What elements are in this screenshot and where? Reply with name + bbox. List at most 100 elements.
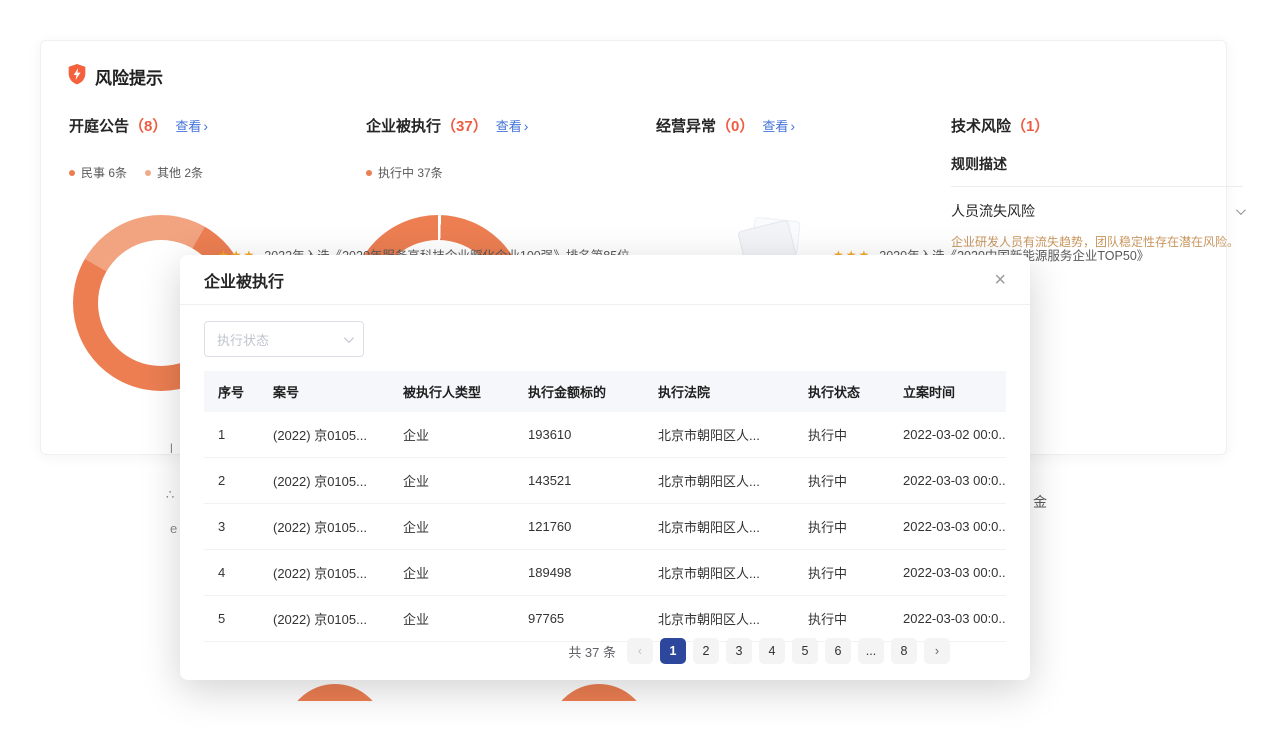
table-cell: 5 <box>204 596 259 642</box>
table-row: 4 (2022) 京0105... 企业 189498 北京市朝阳区人... 执… <box>204 550 1006 596</box>
modal-title: 企业被执行 <box>204 268 284 292</box>
view-link-enforcement[interactable]: 查看 › <box>496 116 529 135</box>
table-cell: 北京市朝阳区人... <box>644 412 794 458</box>
table-cell: 执行中 <box>794 550 889 596</box>
legend-court: 民事 6条 其他 2条 <box>69 164 208 181</box>
background-chart-fragments <box>0 681 1267 701</box>
column-count: （37） <box>441 115 488 136</box>
enforcement-modal: 企业被执行 × 执行状态 序号 案号 被执行人类型 执行金额标的 <box>180 255 1030 680</box>
table-cell: 企业 <box>389 504 514 550</box>
table-cell: 执行中 <box>794 458 889 504</box>
chevron-down-icon[interactable] <box>1236 205 1246 215</box>
table-cell: (2022) 京0105... <box>259 550 389 596</box>
chevron-right-icon: › <box>790 119 795 133</box>
select-placeholder: 执行状态 <box>217 330 269 349</box>
table-cell: 企业 <box>389 596 514 642</box>
table-header-row: 序号 案号 被执行人类型 执行金额标的 执行法院 执行状态 立案时间 <box>204 371 1006 412</box>
table-cell: (2022) 京0105... <box>259 412 389 458</box>
pagination-total: 共 37 条 <box>568 642 616 661</box>
shield-icon <box>67 63 87 90</box>
risk-column-tech: 技术风险 （1） 规则描述 人员流失风险 企业研发人员有流失趋势，团队稳定性存在… <box>951 115 1243 250</box>
chevron-down-icon <box>344 333 354 343</box>
page-button[interactable]: 1 <box>660 638 686 664</box>
table-cell: 北京市朝阳区人... <box>644 550 794 596</box>
clipped-text-fragment: 金 <box>1033 492 1047 512</box>
page-ellipsis[interactable]: ... <box>858 638 884 664</box>
table-cell: 4 <box>204 550 259 596</box>
table-cell: 执行中 <box>794 504 889 550</box>
page-button[interactable]: 8 <box>891 638 917 664</box>
table-row: 2 (2022) 京0105... 企业 143521 北京市朝阳区人... 执… <box>204 458 1006 504</box>
table-row: 3 (2022) 京0105... 企业 121760 北京市朝阳区人... 执… <box>204 504 1006 550</box>
table-cell: 193610 <box>514 412 644 458</box>
table-cell: 189498 <box>514 550 644 596</box>
table-cell: 3 <box>204 504 259 550</box>
col-header-case-no: 案号 <box>259 371 389 412</box>
table-cell: (2022) 京0105... <box>259 458 389 504</box>
legend-item: 执行中 37条 <box>366 164 443 181</box>
table-cell: 企业 <box>389 412 514 458</box>
chevron-right-icon: › <box>524 119 529 133</box>
table-cell: 2022-03-02 00:0... <box>889 412 1006 458</box>
col-header-index: 序号 <box>204 371 259 412</box>
table-cell: 2 <box>204 458 259 504</box>
rule-description-label: 规则描述 <box>951 154 1243 174</box>
table-cell: 121760 <box>514 504 644 550</box>
status-filter-select[interactable]: 执行状态 <box>204 321 364 357</box>
panel-header: 风险提示 <box>67 63 163 90</box>
column-count: （0） <box>716 115 754 136</box>
col-header-status: 执行状态 <box>794 371 889 412</box>
legend-item: 其他 2条 <box>145 164 203 181</box>
risk-column-enforcement: 企业被执行 （37） 查看 › 执行中 37条 <box>366 115 528 181</box>
page-button[interactable]: 4 <box>759 638 785 664</box>
view-link-court[interactable]: 查看 › <box>175 116 208 135</box>
next-page-button[interactable]: › <box>924 638 950 664</box>
close-icon[interactable]: × <box>994 270 1006 290</box>
donut-fragment <box>285 684 385 701</box>
col-header-filing-time: 立案时间 <box>889 371 1006 412</box>
view-link-abnormal[interactable]: 查看 › <box>762 116 795 135</box>
table-cell: (2022) 京0105... <box>259 596 389 642</box>
col-header-court: 执行法院 <box>644 371 794 412</box>
donut-fragment <box>549 684 649 701</box>
legend-dot <box>145 170 151 176</box>
table-cell: 北京市朝阳区人... <box>644 596 794 642</box>
column-title: 开庭公告 <box>69 115 129 136</box>
table-cell: 执行中 <box>794 412 889 458</box>
table-cell: 2022-03-03 00:0... <box>889 596 1006 642</box>
table-row: 1 (2022) 京0105... 企业 193610 北京市朝阳区人... 执… <box>204 412 1006 458</box>
table-cell: 执行中 <box>794 596 889 642</box>
table-row: 5 (2022) 京0105... 企业 97765 北京市朝阳区人... 执行… <box>204 596 1006 642</box>
risk-column-abnormal: 经营异常 （0） 查看 › <box>656 115 795 136</box>
prev-page-button[interactable]: ‹ <box>627 638 653 664</box>
page-button[interactable]: 6 <box>825 638 851 664</box>
table-cell: 143521 <box>514 458 644 504</box>
page-button[interactable]: 5 <box>792 638 818 664</box>
enforcement-table: 序号 案号 被执行人类型 执行金额标的 执行法院 执行状态 立案时间 1 (20… <box>204 371 1006 642</box>
modal-body: 执行状态 序号 案号 被执行人类型 执行金额标的 执行法院 执行状态 <box>180 305 1030 642</box>
table-cell: 2022-03-03 00:0... <box>889 504 1006 550</box>
modal-header: 企业被执行 × <box>180 255 1030 305</box>
legend-enforcement: 执行中 37条 <box>366 164 528 181</box>
clipped-text-fragment: e <box>170 521 177 536</box>
legend-dot <box>69 170 75 176</box>
risk-column-court-announcements: 开庭公告 （8） 查看 › 民事 6条 其他 2条 <box>69 115 208 181</box>
clipped-text-fragment: l <box>170 441 173 456</box>
page-button[interactable]: 2 <box>693 638 719 664</box>
page: 风险提示 开庭公告 （8） 查看 › 民事 6条 其他 2条 <box>0 0 1267 754</box>
legend-dot <box>366 170 372 176</box>
table-cell: 2022-03-03 00:0... <box>889 550 1006 596</box>
table-cell: 企业 <box>389 550 514 596</box>
table-cell: 1 <box>204 412 259 458</box>
table-cell: 2022-03-03 00:0... <box>889 458 1006 504</box>
table-cell: (2022) 京0105... <box>259 504 389 550</box>
tech-risk-item-title: 人员流失风险 <box>951 201 1035 221</box>
page-button[interactable]: 3 <box>726 638 752 664</box>
col-header-amount: 执行金额标的 <box>514 371 644 412</box>
table-cell: 97765 <box>514 596 644 642</box>
column-count: （8） <box>129 115 167 136</box>
divider <box>951 186 1243 187</box>
chevron-right-icon: › <box>203 119 208 133</box>
panel-title: 风险提示 <box>95 64 163 89</box>
table-cell: 北京市朝阳区人... <box>644 458 794 504</box>
